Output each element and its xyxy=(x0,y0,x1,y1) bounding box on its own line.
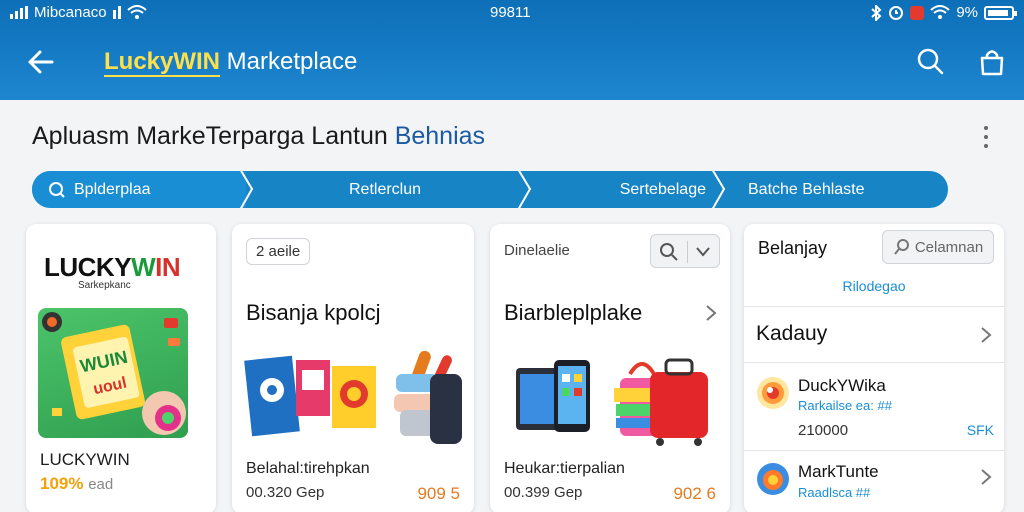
product-card[interactable]: 2 aeile Bisanja kpolcj Belahal:tirehpkan… xyxy=(232,224,474,512)
step-separator-icon xyxy=(517,171,532,208)
product-card[interactable]: Dinelaelie Biarbleplplake Heukar:tierpal… xyxy=(490,224,730,512)
step-separator-icon xyxy=(711,171,726,208)
seller-subtitle: Rarkailse ea: ## xyxy=(798,398,892,413)
product-name: Belahal:tirehpkan xyxy=(246,460,370,477)
step-label: Bplderplaa xyxy=(74,180,151,198)
divider xyxy=(744,450,1004,451)
chevron-down-icon[interactable] xyxy=(695,245,711,259)
card-label: Dinelaelie xyxy=(504,242,570,259)
shopping-bag-icon xyxy=(980,50,1004,76)
shopping-bag-button[interactable] xyxy=(974,44,1010,80)
alarm-icon xyxy=(889,5,904,20)
step-separator-icon xyxy=(239,171,254,208)
card-heading: Biarbleplplake xyxy=(504,300,643,325)
promo-image: WUIN uoul xyxy=(38,308,188,438)
wifi-icon xyxy=(126,5,147,19)
category-stepper: Bplderplaa Retlerclun Sertebelage Batche… xyxy=(32,171,948,208)
chevron-right-icon[interactable] xyxy=(980,326,992,344)
seller-tag: SFK xyxy=(966,422,994,438)
wifi-icon-right xyxy=(930,5,950,19)
search-circle-icon xyxy=(49,181,65,198)
search-icon[interactable] xyxy=(659,242,679,262)
seller-name: DuckYWika xyxy=(798,376,886,395)
step-tab-1[interactable]: Bplderplaa xyxy=(32,171,246,208)
signal-icon xyxy=(10,6,28,19)
brand-name: LuckyWIN xyxy=(104,48,221,77)
card-heading: Belanjay xyxy=(758,238,828,258)
seller-meta: 210000 xyxy=(798,422,849,439)
section-heading[interactable]: Kadauy xyxy=(756,322,827,346)
step-label: Sertebelage xyxy=(619,180,706,198)
seller-avatar-icon xyxy=(757,377,789,409)
chevron-right-icon[interactable] xyxy=(704,304,718,322)
battery-percent: 9% xyxy=(956,4,978,21)
product-meta: 00.320 Gep xyxy=(246,484,325,501)
seller-name: MarkTunte xyxy=(798,462,879,481)
divider xyxy=(744,362,1004,363)
back-button[interactable] xyxy=(22,44,62,80)
title-suffix: Marketplace xyxy=(220,48,358,75)
battery-icon xyxy=(984,5,1017,20)
discount-percent: 109% ead xyxy=(40,474,114,493)
logo-subtitle: Sarkepkanc xyxy=(78,280,131,291)
promo-illustration-icon: WUIN uoul xyxy=(42,312,186,435)
app-title: LuckyWIN Marketplace xyxy=(104,48,358,77)
product-price: 909 5 xyxy=(417,484,460,503)
status-bar: Mibcanaco 99811 9% xyxy=(0,0,1024,28)
seller-avatar-icon xyxy=(757,463,789,495)
more-icon xyxy=(984,126,988,130)
step-label: Retlerclun xyxy=(348,180,422,198)
luckywin-logo: LUCKYWIN xyxy=(44,252,181,282)
see-more-link[interactable]: Rilodegao xyxy=(744,278,1004,294)
arrow-left-icon xyxy=(28,50,54,74)
brand-card[interactable]: LUCKYWIN Sarkepkanc WUIN uoul LUCKYWIN 1… xyxy=(26,224,216,512)
filter-chip[interactable]: 2 aeile xyxy=(246,238,311,265)
divider xyxy=(744,306,1004,307)
signal-bars-icon xyxy=(112,6,121,19)
step-tab-3[interactable]: Sertebelage xyxy=(524,171,718,208)
product-devices-image xyxy=(516,358,708,446)
bluetooth-icon xyxy=(871,4,882,21)
search-icon xyxy=(894,239,909,255)
product-price: 902 6 xyxy=(673,484,716,503)
product-name: Heukar:tierpalian xyxy=(504,460,625,477)
product-books-image xyxy=(244,350,462,444)
notification-icon xyxy=(910,5,925,20)
clock: 99811 xyxy=(490,4,531,21)
product-meta: 00.399 Gep xyxy=(504,484,583,501)
sellers-card: Belanjay Celamnan Rilodegao Kadauy DuckY… xyxy=(744,224,1004,512)
search-icon xyxy=(917,48,944,75)
card-heading: Bisanja kpolcj xyxy=(246,300,381,325)
app-bar: Mibcanaco 99811 9% LuckyWIN Marketplace xyxy=(0,0,1024,100)
seller-subtitle: Raadlsca ## xyxy=(798,485,871,500)
step-tab-2[interactable]: Retlerclun xyxy=(246,171,524,208)
brand-name: LUCKYWIN xyxy=(40,450,130,469)
step-tab-4[interactable]: Batche Behlaste xyxy=(718,171,948,208)
more-options-button[interactable] xyxy=(976,122,996,152)
search-button[interactable] xyxy=(912,44,948,80)
step-label: Batche Behlaste xyxy=(748,180,865,198)
chevron-right-icon[interactable] xyxy=(980,468,992,486)
card-tools xyxy=(650,234,720,268)
page-title: Apluasm MarkeTerparga Lantun Behnias xyxy=(32,122,486,150)
carrier-label: Mibcanaco xyxy=(34,4,107,21)
seller-action-button[interactable]: Celamnan xyxy=(882,230,994,264)
